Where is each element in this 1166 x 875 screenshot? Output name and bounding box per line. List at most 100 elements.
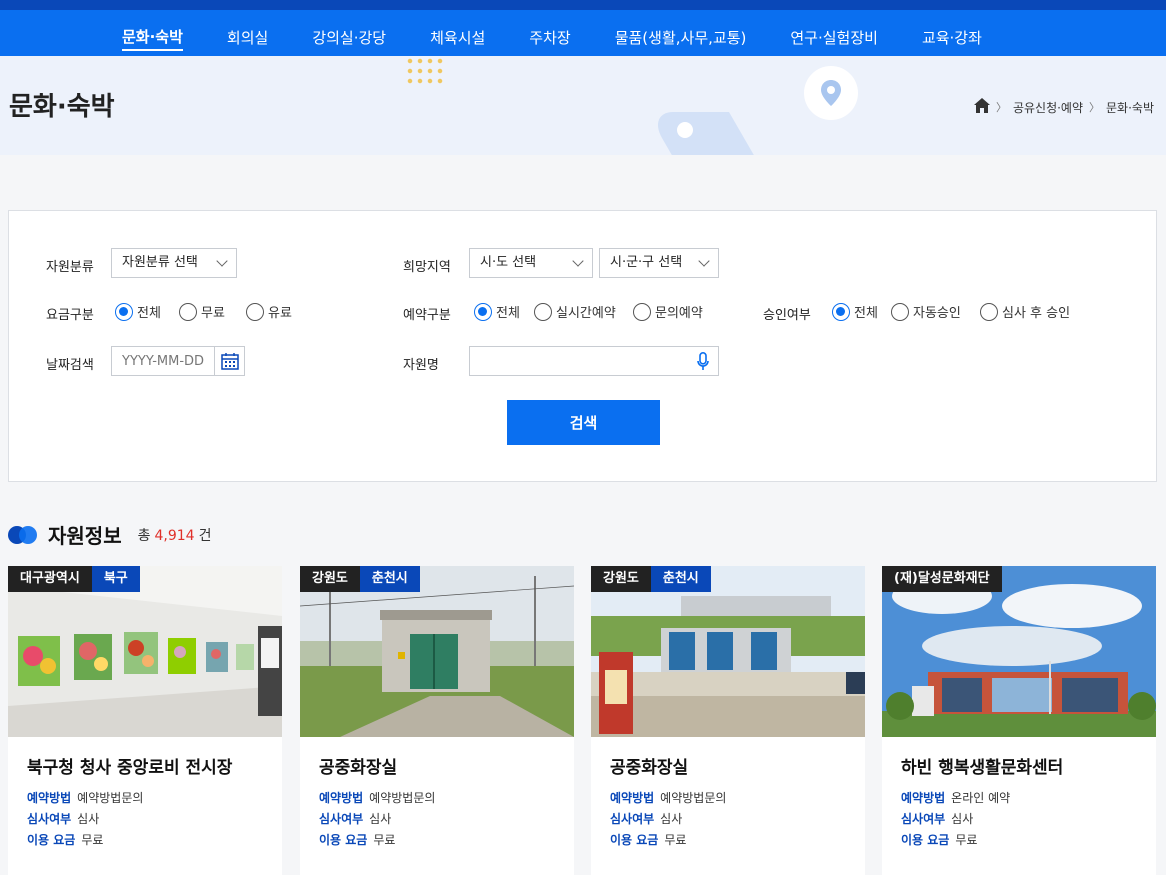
date-label: 날짜검색 bbox=[46, 358, 94, 373]
meta-key: 예약방법 bbox=[901, 791, 946, 805]
breadcrumb-item[interactable]: 공유신청·예약 bbox=[1013, 99, 1083, 116]
breadcrumb-separator-icon: 〉 bbox=[995, 101, 1007, 114]
home-icon[interactable] bbox=[973, 98, 990, 116]
fee-radio-paid[interactable]: 유료 bbox=[246, 302, 292, 321]
card-location-tags: (재)달성문화재단 bbox=[882, 566, 1002, 592]
nav-item-lecture-hall[interactable]: 강의실·강당 bbox=[312, 27, 386, 50]
region-sido-value: 시·도 선택 bbox=[480, 255, 537, 270]
card-title[interactable]: 하빈 행복생활문화센터 bbox=[901, 753, 1063, 778]
nav-item-sports[interactable]: 체육시설 bbox=[430, 27, 485, 50]
meta-value: 예약방법문의 bbox=[77, 791, 144, 805]
meta-key: 심사여부 bbox=[319, 812, 364, 826]
chevron-down-icon bbox=[216, 255, 228, 267]
region-sigungu-select[interactable]: 시·군·구 선택 bbox=[599, 248, 719, 278]
meta-value: 심사 bbox=[660, 812, 683, 826]
microphone-icon[interactable] bbox=[697, 352, 709, 375]
search-button[interactable]: 검색 bbox=[507, 400, 660, 445]
radio-unchecked-icon bbox=[980, 302, 998, 321]
nav-item-parking[interactable]: 주차장 bbox=[529, 27, 570, 50]
approval-radio-auto-label: 자동승인 bbox=[913, 306, 961, 321]
card-title[interactable]: 공중화장실 bbox=[319, 753, 397, 778]
fee-radio-free[interactable]: 무료 bbox=[179, 302, 225, 321]
radio-unchecked-icon bbox=[179, 302, 197, 321]
resource-type-select[interactable]: 자원분류 선택 bbox=[111, 248, 237, 278]
nav-item-culture-lodging[interactable]: 문화·숙박 bbox=[122, 26, 183, 51]
nav-item-research-equipment[interactable]: 연구·실험장비 bbox=[790, 27, 878, 50]
meta-key: 예약방법 bbox=[319, 791, 364, 805]
card-title[interactable]: 북구청 청사 중앙로비 전시장 bbox=[27, 753, 232, 778]
reserve-radio-realtime[interactable]: 실시간예약 bbox=[534, 302, 616, 321]
resource-thumbnail[interactable]: 대구광역시 북구 bbox=[8, 566, 282, 737]
card-meta-method: 예약방법 예약방법문의 bbox=[27, 789, 143, 806]
card-location-tags: 강원도 춘천시 bbox=[591, 566, 711, 592]
resource-card[interactable]: 강원도 춘천시 공중화장실 예약방법 예약방법문의 심사여부 심사 이용 요금 무료 bbox=[300, 566, 574, 875]
calendar-icon[interactable] bbox=[214, 346, 245, 376]
radio-checked-icon bbox=[115, 302, 133, 321]
card-meta-method: 예약방법 예약방법문의 bbox=[610, 789, 726, 806]
meta-key: 예약방법 bbox=[610, 791, 655, 805]
card-location-tags: 강원도 춘천시 bbox=[300, 566, 420, 592]
resource-thumbnail[interactable]: 강원도 춘천시 bbox=[300, 566, 574, 737]
reserve-type-label: 예약구분 bbox=[403, 308, 451, 323]
reserve-radio-inquiry[interactable]: 문의예약 bbox=[633, 302, 703, 321]
resource-card[interactable]: 강원도 춘천시 공중화장실 예약방법 예약방법문의 심사여부 심사 이용 요금 무료 bbox=[591, 566, 865, 875]
resource-card[interactable]: 대구광역시 북구 북구청 청사 중앙로비 전시장 예약방법 예약방법문의 심사여부… bbox=[8, 566, 282, 875]
fee-radio-all[interactable]: 전체 bbox=[115, 302, 161, 321]
meta-value: 심사 bbox=[951, 812, 974, 826]
breadcrumb: 〉 공유신청·예약 〉 문화·숙박 bbox=[973, 98, 1154, 116]
resource-thumbnail[interactable]: (재)달성문화재단 bbox=[882, 566, 1156, 737]
meta-value: 심사 bbox=[369, 812, 392, 826]
results-count: 총 4,914 건 bbox=[138, 525, 212, 545]
card-title[interactable]: 공중화장실 bbox=[610, 753, 688, 778]
nav-item-education[interactable]: 교육·강좌 bbox=[922, 27, 982, 50]
meta-value: 무료 bbox=[664, 833, 687, 847]
decorative-tag-dot bbox=[677, 122, 693, 138]
date-input[interactable] bbox=[111, 346, 215, 376]
meta-value: 예약방법문의 bbox=[369, 791, 436, 805]
card-tag-district: 춘천시 bbox=[359, 566, 420, 592]
card-meta-review: 심사여부 심사 bbox=[610, 810, 682, 827]
approval-radio-review-label: 심사 후 승인 bbox=[1002, 306, 1071, 321]
meta-value: 무료 bbox=[81, 833, 104, 847]
fee-radio-free-label: 무료 bbox=[201, 306, 225, 321]
card-meta-fee: 이용 요금 무료 bbox=[901, 831, 977, 848]
chevron-down-icon bbox=[698, 255, 710, 267]
card-tag-region: 대구광역시 bbox=[8, 566, 92, 592]
card-meta-review: 심사여부 심사 bbox=[319, 810, 391, 827]
card-tag-district: 북구 bbox=[91, 566, 140, 592]
resource-name-label: 자원명 bbox=[403, 358, 439, 373]
meta-key: 심사여부 bbox=[27, 812, 72, 826]
reserve-radio-all[interactable]: 전체 bbox=[474, 302, 520, 321]
main-nav: 문화·숙박 회의실 강의실·강당 체육시설 주차장 물품(생활,사무,교통) 연… bbox=[100, 20, 1004, 56]
approval-radio-all[interactable]: 전체 bbox=[832, 302, 878, 321]
fee-radio-all-label: 전체 bbox=[137, 306, 161, 321]
results-title: 자원정보 bbox=[48, 524, 122, 548]
location-pin-icon bbox=[804, 66, 858, 120]
meta-key: 이용 요금 bbox=[901, 833, 950, 847]
approval-label: 승인여부 bbox=[763, 308, 811, 323]
approval-radio-auto[interactable]: 자동승인 bbox=[891, 302, 961, 321]
approval-radio-review[interactable]: 심사 후 승인 bbox=[980, 302, 1070, 321]
region-sigungu-value: 시·군·구 선택 bbox=[610, 255, 683, 270]
nav-item-goods[interactable]: 물품(생활,사무,교통) bbox=[615, 27, 747, 50]
results-count-number: 4,914 bbox=[154, 527, 195, 544]
card-meta-fee: 이용 요금 무료 bbox=[319, 831, 395, 848]
region-sido-select[interactable]: 시·도 선택 bbox=[469, 248, 593, 278]
meta-value: 무료 bbox=[955, 833, 978, 847]
resource-card[interactable]: (재)달성문화재단 하빈 행복생활문화센터 예약방법 온라인 예약 심사여부 심사 … bbox=[882, 566, 1156, 875]
card-tag-organization: (재)달성문화재단 bbox=[882, 566, 1002, 592]
resource-name-input[interactable] bbox=[469, 346, 719, 376]
breadcrumb-item-current[interactable]: 문화·숙박 bbox=[1106, 99, 1154, 116]
approval-radio-all-label: 전체 bbox=[854, 306, 878, 321]
meta-key: 예약방법 bbox=[27, 791, 72, 805]
reserve-radio-inquiry-label: 문의예약 bbox=[655, 306, 703, 321]
meta-key: 이용 요금 bbox=[610, 833, 659, 847]
nav-item-meeting-room[interactable]: 회의실 bbox=[227, 27, 268, 50]
card-meta-review: 심사여부 심사 bbox=[901, 810, 973, 827]
resource-thumbnail[interactable]: 강원도 춘천시 bbox=[591, 566, 865, 737]
meta-value: 온라인 예약 bbox=[951, 791, 1011, 805]
search-panel: 자원분류 자원분류 선택 희망지역 시·도 선택 시·군·구 선택 요금구분 전… bbox=[8, 210, 1157, 482]
meta-value: 심사 bbox=[77, 812, 100, 826]
meta-key: 이용 요금 bbox=[319, 833, 368, 847]
card-tag-region: 강원도 bbox=[300, 566, 360, 592]
